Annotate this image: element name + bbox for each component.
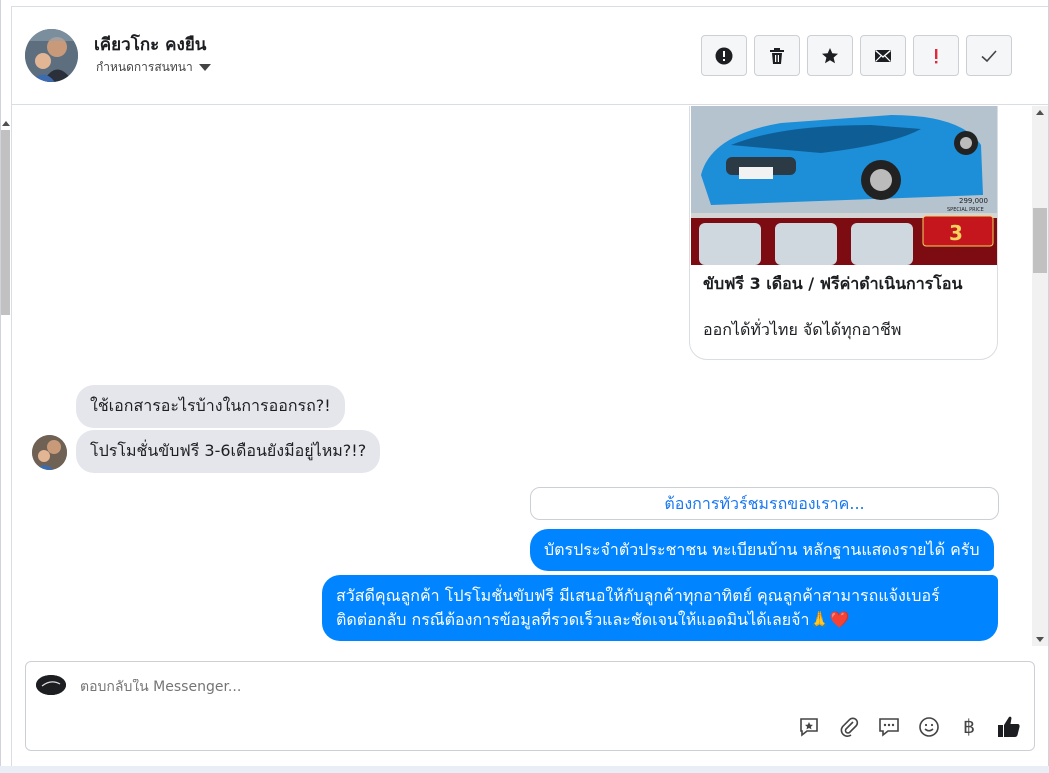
reply-composer: ฿	[25, 661, 1035, 751]
outgoing-message-line: สวัสดีคุณลูกค้า โปรโมชั่นขับฟรี มีเสนอให…	[336, 586, 940, 605]
promo-card-subtitle: ออกได้ทั่วไทย จัดได้ทุกอาชีพ	[703, 320, 902, 339]
promo-card-image: 3 299,000 SPECIAL PRICE	[691, 106, 997, 265]
svg-text:299,000: 299,000	[959, 197, 988, 205]
left-scrollbar[interactable]	[1, 118, 10, 318]
chat-bubbles-icon	[879, 718, 899, 737]
spam-button[interactable]	[701, 35, 747, 76]
contact-name: เคียวโกะ คงยืน	[94, 35, 207, 55]
check-icon	[981, 49, 997, 62]
scroll-up-arrow-icon[interactable]	[2, 121, 10, 126]
contact-avatar-small	[32, 435, 67, 470]
header-actions	[701, 35, 1012, 76]
bottom-strip	[0, 766, 1049, 773]
emoji-button[interactable]	[916, 714, 942, 740]
composer-tools: ฿	[796, 714, 1022, 740]
star-icon	[822, 47, 838, 63]
delete-button[interactable]	[754, 35, 800, 76]
message-thread: 3 299,000 SPECIAL PRICE ขับฟรี 3 เดือน /…	[12, 106, 1032, 646]
promo-card-title: ขับฟรี 3 เดือน / ฟรีค่าดำเนินการโอน	[703, 274, 963, 293]
exclamation-icon	[935, 48, 938, 63]
follow-up-button[interactable]	[913, 35, 959, 76]
svg-text:3: 3	[949, 221, 963, 245]
attachment-icon	[840, 717, 859, 737]
payment-button[interactable]: ฿	[956, 714, 982, 740]
incoming-message: โปรโมชั่นขับฟรี 3-6เดือนยังมีอยู่ไหม?!?	[76, 430, 381, 473]
thread-scrollbar[interactable]	[1032, 106, 1048, 646]
svg-text:SPECIAL PRICE: SPECIAL PRICE	[947, 207, 984, 213]
star-button[interactable]	[807, 35, 853, 76]
promo-card[interactable]: 3 299,000 SPECIAL PRICE ขับฟรี 3 เดือน /…	[689, 106, 998, 360]
outgoing-message-line: ติดต่อกลับ กรณีต้องการข้อมูลที่รวดเร็วแล…	[336, 610, 850, 629]
conversation-header: เคียวโกะ คงยืน กำหนดการสนทนา	[12, 7, 1048, 105]
incoming-message: ใช้เอกสารอะไรบ้างในการออกรถ?!	[76, 385, 345, 428]
baht-icon: ฿	[962, 716, 976, 738]
like-icon	[998, 716, 1020, 737]
quick-reply-button[interactable]: ต้องการทัวร์ชมรถของเราค...	[530, 487, 999, 520]
mark-unread-button[interactable]	[860, 35, 906, 76]
like-button[interactable]	[996, 714, 1022, 740]
caret-down-icon	[198, 64, 211, 71]
saved-reply-button[interactable]	[796, 714, 822, 740]
attachment-button[interactable]	[836, 714, 862, 740]
assign-label: กำหนดการสนทนา	[96, 60, 193, 74]
saved-reply-icon	[800, 718, 818, 737]
assign-conversation-dropdown[interactable]: กำหนดการสนทนา	[96, 58, 211, 77]
alert-circle-icon	[715, 47, 733, 64]
reply-input[interactable]	[80, 679, 580, 695]
emoji-icon	[919, 717, 939, 737]
outgoing-message: สวัสดีคุณลูกค้า โปรโมชั่นขับฟรี มีเสนอให…	[322, 575, 998, 641]
envelope-icon	[875, 49, 891, 62]
page-avatar	[36, 675, 66, 695]
scroll-up-arrow-icon[interactable]	[1036, 110, 1044, 115]
inbox-window: เคียวโกะ คงยืน กำหนดการสนทนา 3 299,000 S…	[0, 0, 1049, 766]
scroll-thumb[interactable]	[1033, 208, 1047, 273]
chat-bubbles-button[interactable]	[876, 714, 902, 740]
done-button[interactable]	[966, 35, 1012, 76]
outgoing-message: บัตรประจำตัวประชาชน ทะเบียนบ้าน หลักฐานแ…	[530, 529, 994, 571]
scroll-down-arrow-icon[interactable]	[1036, 637, 1044, 642]
trash-icon	[770, 47, 784, 64]
contact-avatar[interactable]	[25, 29, 78, 82]
left-scroll-thumb[interactable]	[1, 130, 10, 315]
